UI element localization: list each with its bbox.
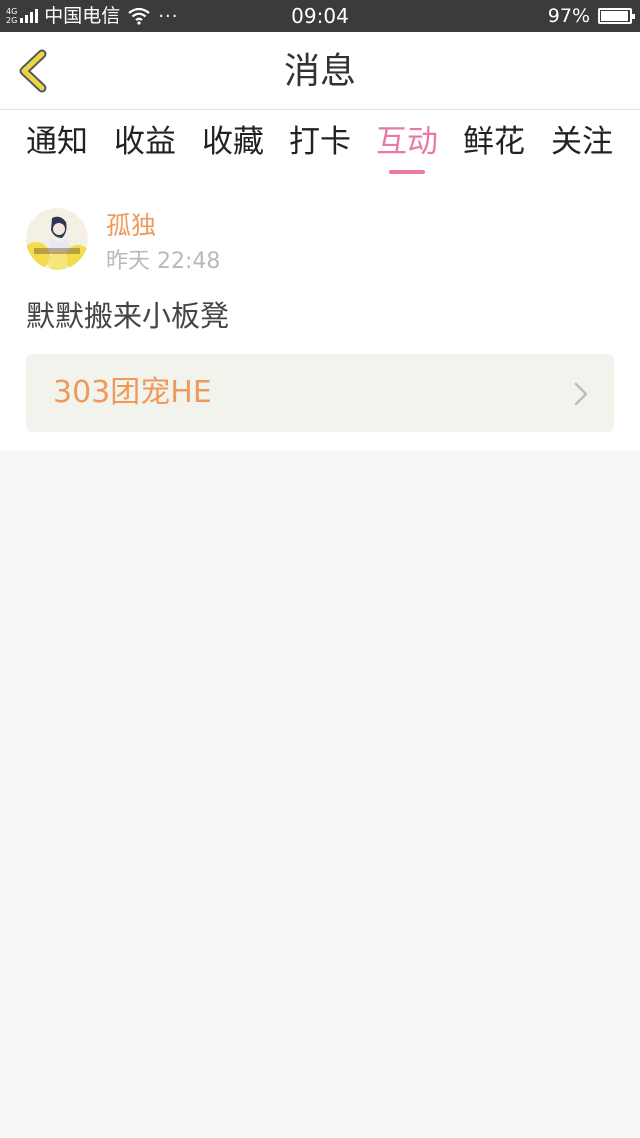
tab-label: 关注 [551, 124, 613, 160]
tab-interaction[interactable]: 互动 [376, 122, 438, 174]
tab-earnings[interactable]: 收益 [114, 122, 176, 174]
tab-favorites[interactable]: 收藏 [202, 122, 264, 174]
story-link-card[interactable]: 303团宠HE [26, 354, 614, 432]
clock: 09:04 [291, 4, 349, 28]
battery-fill [601, 11, 628, 21]
interaction-item: 孤独 昨天 22:48 默默搬来小板凳 303团宠HE [0, 180, 640, 450]
battery-percent: 97% [547, 5, 590, 27]
tab-bar: 通知 收益 收藏 打卡 互动 鲜花 关注 [0, 110, 640, 180]
username[interactable]: 孤独 [106, 210, 156, 242]
tab-checkin[interactable]: 打卡 [289, 122, 351, 174]
battery-icon [598, 8, 635, 24]
tab-flowers[interactable]: 鲜花 [463, 122, 525, 174]
story-title: 303团宠HE [53, 375, 212, 410]
status-bar: 4G 2G 中国电信 ··· 09:04 97% [0, 0, 640, 32]
avatar[interactable] [26, 208, 88, 270]
tab-label: 收益 [114, 124, 176, 160]
chevron-right-icon [574, 382, 588, 406]
active-tab-indicator [389, 170, 425, 174]
tab-label: 通知 [26, 124, 88, 160]
message-text: 默默搬来小板凳 [26, 299, 230, 333]
nav-bar: 消息 [0, 32, 640, 110]
tab-label: 鲜花 [463, 124, 525, 160]
tab-label: 收藏 [202, 124, 264, 160]
status-right: 97% [547, 4, 635, 28]
battery-tip [632, 14, 635, 19]
tab-following[interactable]: 关注 [551, 122, 613, 174]
tab-notice[interactable]: 通知 [26, 122, 88, 174]
tab-label: 打卡 [289, 124, 351, 160]
page-title: 消息 [283, 51, 356, 92]
tab-label: 互动 [376, 124, 438, 160]
timestamp: 昨天 22:48 [106, 249, 221, 274]
